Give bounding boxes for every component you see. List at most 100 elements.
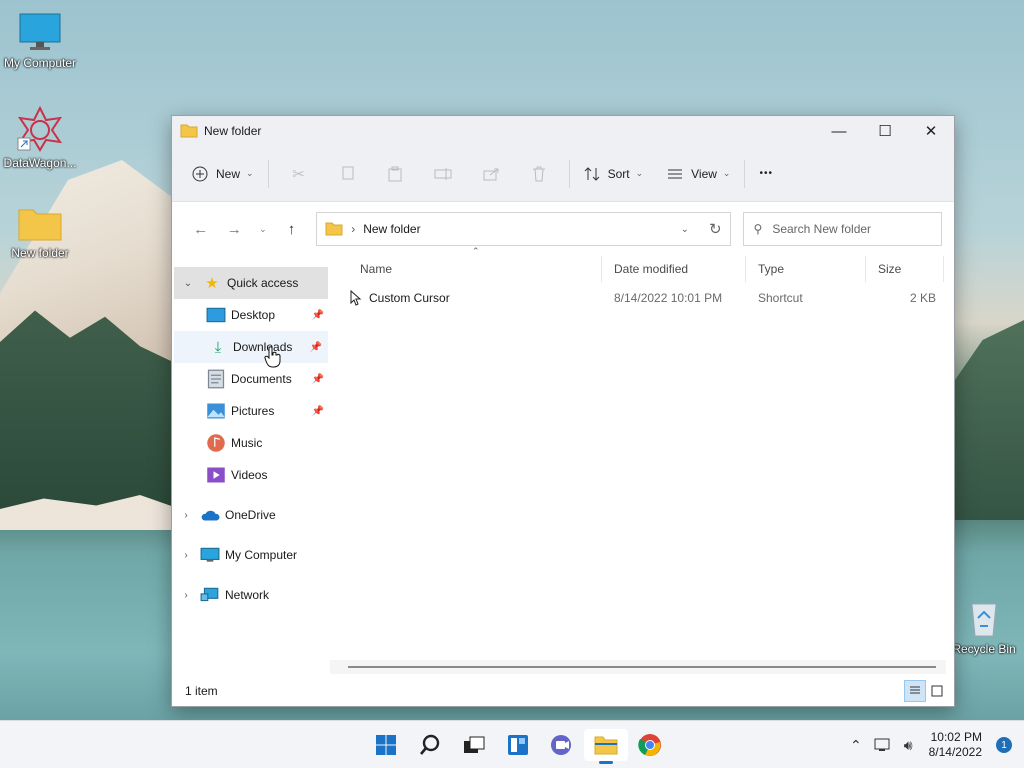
search-input[interactable]: ⚲ Search New folder — [742, 212, 942, 246]
sidebar-item-music[interactable]: Music — [172, 427, 330, 459]
forward-button[interactable]: → — [218, 221, 252, 238]
desktop-icon-datawagon[interactable]: DataWagon... — [0, 106, 80, 170]
file-date: 8/14/2022 10:01 PM — [614, 291, 723, 305]
close-icon: ✕ — [924, 123, 938, 140]
start-button[interactable] — [364, 729, 408, 761]
large-icons-view-button[interactable] — [926, 680, 948, 702]
clock-time: 10:02 PM — [930, 730, 982, 744]
sidebar-item-my-computer[interactable]: › My Computer — [172, 539, 330, 571]
sidebar-item-desktop[interactable]: Desktop 📌 — [172, 299, 330, 331]
desktop-icon-my-computer[interactable]: My Computer — [0, 12, 80, 70]
scissors-icon: ✂ — [292, 165, 305, 183]
pin-icon: 📌 — [311, 309, 324, 321]
sort-ascending-icon: ⌃ — [472, 246, 480, 256]
chrome-button[interactable] — [628, 729, 672, 761]
desktop-icon-recycle-bin[interactable]: Recycle Bin — [944, 598, 1024, 656]
pin-icon: 📌 — [311, 373, 324, 385]
chat-camera-icon — [551, 735, 571, 755]
view-list-icon — [668, 169, 683, 178]
column-header-size[interactable]: Size — [866, 256, 944, 282]
sort-button[interactable]: Sort ⌄ — [576, 156, 652, 192]
recent-locations-button[interactable]: ⌄ — [251, 224, 275, 235]
task-view-button[interactable] — [452, 729, 496, 761]
chevron-down-icon: ⌄ — [246, 168, 254, 178]
search-button[interactable] — [408, 729, 452, 761]
back-button[interactable]: ← — [184, 221, 218, 238]
file-name: Custom Cursor — [369, 291, 450, 305]
copy-button[interactable] — [323, 156, 371, 192]
sidebar-item-downloads[interactable]: ⤓ Downloads 📌 — [174, 331, 328, 363]
sidebar-item-videos[interactable]: Videos — [172, 459, 330, 491]
file-explorer-taskbar-button[interactable] — [584, 729, 628, 764]
network-status-icon[interactable] — [874, 737, 892, 753]
chevron-right-icon[interactable]: › — [172, 590, 200, 601]
monitor-icon — [19, 13, 61, 50]
chevron-up-icon[interactable]: ⌃ — [850, 737, 862, 754]
taskbar: ⌃ 🔊︎ 10:02 PM 8/14/2022 1 — [0, 720, 1024, 768]
folder-icon — [594, 736, 618, 755]
datawagon-logo-icon — [17, 106, 63, 152]
horizontal-scrollbar[interactable] — [330, 660, 946, 674]
address-bar[interactable]: › New folder ⌄ ↻ — [316, 212, 731, 246]
folder-icon — [180, 124, 198, 138]
file-explorer-window: New folder — ☐ ✕ New ⌄ ✂ Sort ⌄ View ⌄ ••• — [171, 115, 955, 707]
arrow-left-icon: ← — [193, 220, 209, 238]
cloud-icon — [201, 510, 220, 521]
volume-icon[interactable]: 🔊︎ — [904, 737, 913, 754]
column-header-name[interactable]: Name — [348, 256, 602, 282]
sidebar-item-onedrive[interactable]: › OneDrive — [172, 499, 330, 531]
sidebar-item-quick-access[interactable]: ⌄ ★ Quick access — [174, 267, 328, 299]
chevron-down-icon[interactable]: ⌄ — [174, 278, 202, 289]
videos-icon — [207, 467, 225, 483]
teams-chat-button[interactable] — [540, 729, 584, 761]
chevron-down-icon: ⌄ — [722, 168, 731, 178]
details-view-button[interactable] — [904, 680, 926, 702]
chevron-right-icon[interactable]: › — [172, 510, 200, 521]
view-button[interactable]: View ⌄ — [659, 156, 738, 192]
toolbar-divider — [267, 159, 269, 188]
chevron-down-icon: ⌄ — [259, 223, 267, 234]
file-type: Shortcut — [758, 291, 803, 305]
rename-button[interactable] — [419, 156, 467, 192]
item-count: 1 item — [185, 684, 218, 698]
documents-icon — [207, 369, 225, 389]
share-button[interactable] — [467, 156, 515, 192]
title-bar[interactable]: New folder — ☐ ✕ — [172, 116, 954, 146]
chevron-down-icon[interactable]: ⌄ — [681, 224, 689, 235]
new-button[interactable]: New ⌄ — [184, 156, 262, 192]
table-row[interactable]: Custom Cursor 8/14/2022 10:01 PM Shortcu… — [330, 282, 954, 314]
sidebar-item-documents[interactable]: Documents 📌 — [172, 363, 330, 395]
close-button[interactable]: ✕ — [908, 116, 954, 146]
more-options-button[interactable]: ••• — [751, 156, 781, 192]
recycle-bin-icon — [971, 603, 997, 637]
share-icon — [483, 168, 499, 180]
sidebar-item-pictures[interactable]: Pictures 📌 — [172, 395, 330, 427]
sort-icon — [584, 166, 599, 181]
breadcrumb[interactable]: New folder — [363, 222, 420, 236]
paste-button[interactable] — [371, 156, 419, 192]
delete-button[interactable] — [515, 156, 563, 192]
more-icon: ••• — [759, 168, 773, 179]
chevron-down-icon: ⌄ — [635, 168, 644, 178]
column-header-date-modified[interactable]: Date modified — [602, 256, 746, 282]
maximize-button[interactable]: ☐ — [862, 116, 908, 146]
widgets-button[interactable] — [496, 729, 540, 761]
scrollbar-thumb[interactable] — [348, 666, 936, 668]
desktop-icon-new-folder[interactable]: New folder — [0, 206, 80, 260]
cut-button[interactable]: ✂ — [275, 156, 323, 192]
sidebar-item-network[interactable]: › Network — [172, 579, 330, 611]
notification-badge[interactable]: 1 — [996, 737, 1012, 753]
hand-cursor-icon — [264, 346, 281, 368]
windows-logo-icon — [376, 735, 396, 755]
up-button[interactable]: ↑ — [275, 221, 309, 238]
refresh-icon[interactable]: ↻ — [709, 220, 722, 238]
clock[interactable]: 10:02 PM 8/14/2022 — [929, 730, 982, 760]
toolbar-divider — [568, 159, 570, 188]
search-icon: ⚲ — [753, 222, 763, 236]
file-size: 2 KB — [909, 291, 936, 305]
chevron-right-icon[interactable]: › — [172, 550, 200, 561]
minimize-button[interactable]: — — [816, 116, 862, 146]
column-header-type[interactable]: Type — [746, 256, 866, 282]
shortcut-cursor-icon — [350, 290, 362, 306]
monitor-icon — [200, 547, 220, 562]
